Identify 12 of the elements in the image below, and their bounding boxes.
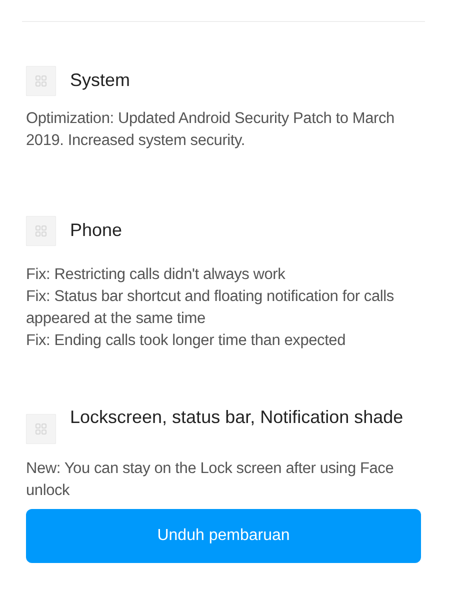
section-title: Phone [70, 219, 122, 242]
app-icon [26, 216, 56, 246]
changelog-text: Optimization: Updated Android Security Patch to March 2019. Increased system security. [26, 109, 396, 151]
section-title: System [70, 69, 130, 92]
changelog-text: Fix: Status bar shortcut and floating notification for calls appeared at the same time [26, 287, 395, 329]
changelog-text: New: You can stay on the Lock screen after using Face unlock [26, 459, 395, 501]
changelog-text: Fix: Ending calls took longer time than expected [26, 331, 347, 351]
download-button[interactable]: Unduh pembaruan [26, 509, 421, 563]
app-icon [26, 66, 56, 96]
app-icon [26, 414, 56, 444]
changelog-text: Fix: Restricting calls didn't always work [26, 265, 286, 285]
section-title: Lockscreen, status bar, Notification shade [70, 406, 404, 429]
